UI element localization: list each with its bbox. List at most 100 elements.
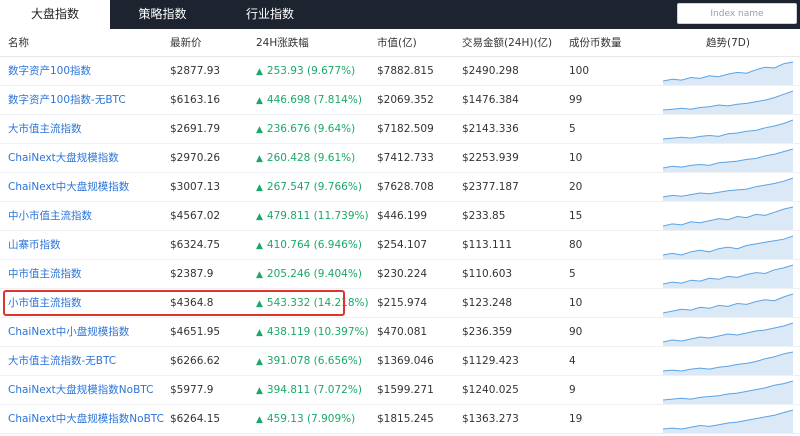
table-row[interactable]: ChaiNext大盘规模指数 $2970.26 ▲ 260.428 (9.61%) $7… [0,144,800,173]
table-row[interactable]: 中市值主流指数 $2387.9 ▲ 205.246 (9.404%) $230.224 $… [0,260,800,289]
index-name-link[interactable]: ChaiNext中大盘规模指数NoBTC [8,405,164,434]
trade-volume-24h: $1476.384 [462,94,519,106]
up-arrow-icon: ▲ [256,415,263,425]
up-arrow-icon: ▲ [256,270,263,280]
trend-sparkline [663,380,793,404]
table-row[interactable]: 山寨币指数 $6324.75 ▲ 410.764 (6.946%) $254.107 $1… [0,231,800,260]
trend-sparkline [663,351,793,375]
trade-volume-24h: $113.111 [462,239,513,251]
column-header-price: 最新价 [170,37,202,49]
index-name-link[interactable]: ChaiNext中小盘规模指数 [8,318,129,347]
table-row[interactable]: ChaiNext中大盘规模指数 $3007.13 ▲ 267.547 (9.766%)… [0,173,800,202]
column-header-coin-count: 成份币数量 [569,37,622,49]
index-name-link[interactable]: 中小市值主流指数 [8,202,92,231]
table-row[interactable]: 小市值主流指数 $4364.8 ▲ 543.332 (14.218%) $215.974… [0,289,800,318]
table-row[interactable]: 中小市值主流指数 $4567.02 ▲ 479.811 (11.739%) $446.1… [0,202,800,231]
index-name-link[interactable]: 小市值主流指数 [8,289,82,318]
change-24h: ▲ 205.246 (9.404%) [256,260,362,289]
up-arrow-icon: ▲ [256,357,263,367]
index-search-input[interactable] [677,3,797,24]
latest-price: $4364.8 [170,297,214,309]
sparkline-area [663,352,793,375]
sparkline-area [663,381,793,404]
change-value: 205.246 (9.404%) [266,268,362,280]
column-header-volume: 交易金额(24H)(亿) [462,37,553,49]
trend-sparkline [663,264,793,288]
trade-volume-24h: $2377.187 [462,181,519,193]
latest-price: $3007.13 [170,181,221,193]
index-name-link[interactable]: 数字资产100指数 [8,57,91,86]
sparkline-area [663,62,793,85]
sparkline-area [663,294,793,317]
component-coin-count: 10 [569,297,583,309]
tab-industry-index[interactable]: 行业指数 [215,0,325,29]
index-name-link[interactable]: 大市值主流指数-无BTC [8,347,116,376]
change-value: 394.811 (7.072%) [266,384,362,396]
change-value: 267.547 (9.766%) [266,181,362,193]
index-name-link[interactable]: ChaiNext大盘规模指数NoBTC [8,376,153,405]
trend-sparkline [663,293,793,317]
latest-price: $6266.62 [170,355,221,367]
sparkline-area [663,207,793,230]
trade-volume-24h: $2253.939 [462,152,519,164]
tab-strategy-index[interactable]: 策略指数 [110,0,215,29]
index-name-link[interactable]: 中市值主流指数 [8,260,82,289]
column-header-market-cap: 市值(亿) [377,37,417,49]
latest-price: $6264.15 [170,413,221,425]
trade-volume-24h: $110.603 [462,268,513,280]
trade-volume-24h: $1363.273 [462,413,519,425]
sparkline-area [663,410,793,433]
market-cap: $7412.733 [377,152,434,164]
change-24h: ▲ 267.547 (9.766%) [256,173,362,202]
table-row[interactable]: 大市值主流指数-无BTC $6266.62 ▲ 391.078 (6.656%) $13… [0,347,800,376]
latest-price: $2691.79 [170,123,221,135]
change-value: 236.676 (9.64%) [266,123,356,135]
change-24h: ▲ 260.428 (9.61%) [256,144,355,173]
trend-sparkline [663,235,793,259]
table-row[interactable]: ChaiNext大盘规模指数NoBTC $5977.9 ▲ 394.811 (7.07… [0,376,800,405]
latest-price: $4651.95 [170,326,221,338]
table-row[interactable]: ChaiNext中大盘规模指数NoBTC $6264.15 ▲ 459.13 (7.9… [0,405,800,434]
sparkline-area [663,120,793,143]
change-value: 479.811 (11.739%) [266,210,369,222]
index-name-link[interactable]: 数字资产100指数-无BTC [8,86,126,115]
up-arrow-icon: ▲ [256,241,263,251]
table-row[interactable]: 大市值主流指数 $2691.79 ▲ 236.676 (9.64%) $7182.509… [0,115,800,144]
trend-sparkline [663,206,793,230]
index-name-link[interactable]: ChaiNext中大盘规模指数 [8,173,129,202]
latest-price: $6324.75 [170,239,221,251]
change-value: 438.119 (10.397%) [266,326,369,338]
component-coin-count: 5 [569,123,576,135]
latest-price: $4567.02 [170,210,221,222]
table-header: 名称 最新价 24H涨跌幅 市值(亿) 交易金额(24H)(亿) 成份币数量 趋… [0,29,800,57]
up-arrow-icon: ▲ [256,212,263,222]
market-cap: $1369.046 [377,355,434,367]
table-row[interactable]: 数字资产100指数 $2877.93 ▲ 253.93 (9.677%) $7882.8… [0,57,800,86]
up-arrow-icon: ▲ [256,183,263,193]
change-24h: ▲ 391.078 (6.656%) [256,347,362,376]
component-coin-count: 90 [569,326,583,338]
trend-sparkline [663,177,793,201]
change-24h: ▲ 410.764 (6.946%) [256,231,362,260]
trend-sparkline [663,61,793,85]
tab-market-index[interactable]: 大盘指数 [0,0,110,29]
market-cap: $254.107 [377,239,428,251]
index-name-link[interactable]: 大市值主流指数 [8,115,82,144]
market-cap: $446.199 [377,210,428,222]
trend-sparkline [663,148,793,172]
change-24h: ▲ 438.119 (10.397%) [256,318,369,347]
latest-price: $5977.9 [170,384,214,396]
change-24h: ▲ 459.13 (7.909%) [256,405,355,434]
index-name-link[interactable]: 山寨币指数 [8,231,61,260]
market-cap: $1599.271 [377,384,434,396]
trend-sparkline [663,409,793,433]
index-category-tabbar: 大盘指数 策略指数 行业指数 [0,0,800,29]
change-value: 260.428 (9.61%) [266,152,356,164]
component-coin-count: 9 [569,384,576,396]
sparkline-area [663,178,793,201]
up-arrow-icon: ▲ [256,125,263,135]
table-row[interactable]: ChaiNext中小盘规模指数 $4651.95 ▲ 438.119 (10.397%… [0,318,800,347]
index-name-link[interactable]: ChaiNext大盘规模指数 [8,144,119,173]
component-coin-count: 15 [569,210,583,222]
table-row[interactable]: 数字资产100指数-无BTC $6163.16 ▲ 446.698 (7.814%) $… [0,86,800,115]
